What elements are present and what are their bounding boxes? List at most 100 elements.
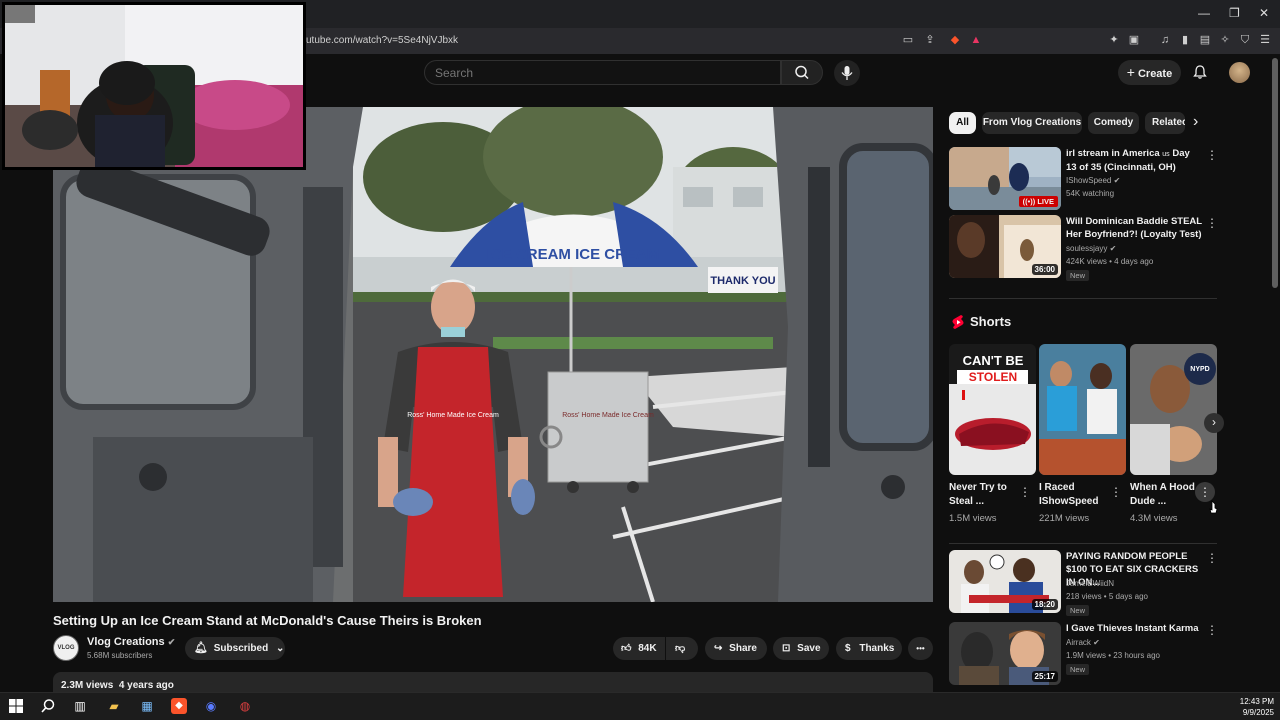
short-title-1[interactable]: Never Try to Steal ... xyxy=(949,481,1021,509)
short-views-1: 1.5M views xyxy=(949,513,997,524)
short-thumbnail-3[interactable]: NYPD xyxy=(1130,344,1217,475)
rec-thumbnail-3[interactable]: 18:20 xyxy=(949,550,1061,613)
rec-meta-3: 218 views • 5 days ago xyxy=(1066,592,1148,601)
cast-icon[interactable]: ▭ xyxy=(901,33,915,47)
thank-you-banner: THANK YOU xyxy=(710,275,775,287)
subscribed-button[interactable]: 🔔︎ Subscribed ⌄ xyxy=(185,637,285,660)
voice-search-button[interactable] xyxy=(834,60,860,86)
thanks-icon: $ xyxy=(845,643,851,654)
rec-title-2[interactable]: Will Dominican Baddie STEAL Her Boyfrien… xyxy=(1066,215,1202,241)
brave-rewards-icon[interactable]: ▲ xyxy=(969,33,983,47)
extensions-icon[interactable]: ✦ xyxy=(1107,33,1121,47)
chip-all[interactable]: All xyxy=(949,112,976,134)
microphone-icon xyxy=(841,66,853,80)
save-button[interactable]: ⊡ Save xyxy=(773,637,829,660)
rec-title-1-main: irl stream in America xyxy=(1066,148,1160,159)
clock-time: 12:43 PM xyxy=(1239,697,1274,706)
rec-menu-1-icon[interactable]: ⋮ xyxy=(1206,148,1218,162)
view-count: 2.3M views xyxy=(61,680,114,691)
chips-next-icon[interactable]: › xyxy=(1193,113,1198,131)
dislike-button[interactable]: 👎︎ xyxy=(666,637,698,660)
rec-title-4[interactable]: I Gave Thieves Instant Karma xyxy=(1066,622,1202,635)
rec-thumbnail-4[interactable]: 25:17 xyxy=(949,622,1061,685)
url-field[interactable]: utube.com/watch?v=5Se4NjVJbxk xyxy=(306,35,458,46)
short-menu-1-icon[interactable]: ⋮ xyxy=(1019,485,1031,499)
recording-app-icon[interactable]: ◍ xyxy=(237,698,253,714)
short-thumbnail-2[interactable] xyxy=(1039,344,1126,475)
user-avatar[interactable] xyxy=(1229,62,1250,83)
short-views-2: 221M views xyxy=(1039,513,1090,524)
rec-channel-2-name: soulessjayy xyxy=(1066,244,1108,253)
close-window-button[interactable]: ✕ xyxy=(1259,6,1269,20)
chip-comedy[interactable]: Comedy xyxy=(1088,112,1139,134)
kebab-icon: ⋮ xyxy=(1199,485,1211,499)
restore-button[interactable]: ❐ xyxy=(1229,6,1240,20)
rec-thumbnail-1[interactable]: ((•)) LIVE xyxy=(949,147,1061,210)
rec-thumbnail-2[interactable]: 36:00 xyxy=(949,215,1061,278)
short-menu-2-icon[interactable]: ⋮ xyxy=(1110,485,1122,499)
page-scrollbar[interactable] xyxy=(1272,58,1278,288)
rec-menu-3-icon[interactable]: ⋮ xyxy=(1206,551,1218,565)
music-icon[interactable]: ♫ xyxy=(1158,33,1172,47)
video-player[interactable]: THANK YOU ICE CREAM ICE CREAM Ross' Home… xyxy=(53,107,933,602)
wallet-icon[interactable]: ▤ xyxy=(1198,33,1212,47)
system-clock[interactable]: 12:43 PM 9/9/2025 xyxy=(1240,696,1274,718)
messenger-icon[interactable]: ◉ xyxy=(203,698,219,714)
short-menu-3-button[interactable]: ⋮ xyxy=(1195,482,1215,502)
rec-channel-3[interactable]: JamelBWiidN xyxy=(1066,579,1114,588)
menu-icon[interactable]: ☰ xyxy=(1258,33,1272,47)
divider xyxy=(949,298,1217,299)
minimize-button[interactable]: — xyxy=(1198,6,1210,20)
short-1-caption-1: CAN'T BE xyxy=(963,353,1024,368)
chip-related[interactable]: Relatec xyxy=(1145,112,1185,134)
live-label: LIVE xyxy=(1037,197,1054,206)
channel-avatar[interactable]: VLOG xyxy=(53,635,79,661)
rec-menu-2-icon[interactable]: ⋮ xyxy=(1206,216,1218,230)
rec-menu-4-icon[interactable]: ⋮ xyxy=(1206,623,1218,637)
new-badge: New xyxy=(1066,664,1090,675)
search-input[interactable] xyxy=(425,61,780,85)
rec-title-1[interactable]: irl stream in America us Day 13 of 35 (C… xyxy=(1066,147,1202,174)
verified-icon: ✔ xyxy=(1109,244,1117,253)
brave-shields-icon[interactable]: ◆ xyxy=(948,33,962,47)
screenshot-icon[interactable]: ▣ xyxy=(1127,33,1141,47)
sidebar-icon[interactable]: ▮ xyxy=(1178,33,1192,47)
search-button[interactable] xyxy=(781,60,823,85)
shorts-heading: Shorts xyxy=(970,314,1012,329)
thanks-label: Thanks xyxy=(859,643,895,654)
rec-channel-1-name: IShowSpeed xyxy=(1066,176,1112,185)
short-thumbnail-1[interactable]: CAN'T BE STOLEN xyxy=(949,344,1036,475)
channel-name[interactable]: Vlog Creations ✔ xyxy=(87,636,175,648)
share-button[interactable]: ↪ Share xyxy=(705,637,767,660)
brave-browser-icon[interactable]: ◆ xyxy=(171,698,187,714)
thumbnail-image: NYPD xyxy=(1130,344,1217,475)
short-title-2[interactable]: I Raced IShowSpeed xyxy=(1039,481,1111,509)
leo-ai-icon[interactable]: ✧ xyxy=(1218,33,1232,47)
create-button[interactable]: + Create xyxy=(1118,60,1181,85)
store-icon[interactable]: ▦ xyxy=(139,698,155,714)
thanks-button[interactable]: $ Thanks xyxy=(836,637,902,660)
share-icon: ↪ xyxy=(714,643,723,654)
vpn-icon[interactable]: ⛉ xyxy=(1238,33,1252,47)
thumbs-down-icon: 👎︎ xyxy=(675,643,686,654)
file-explorer-icon[interactable]: ▰ xyxy=(106,698,122,714)
rec-meta-1: 54K watching xyxy=(1066,189,1115,198)
task-view-icon[interactable]: ▥ xyxy=(72,698,88,714)
share-page-icon[interactable]: ⇪ xyxy=(923,33,937,47)
cart-label: Ross' Home Made Ice Cream xyxy=(562,412,654,419)
upload-age: 4 years ago xyxy=(118,680,174,691)
rec-channel-1[interactable]: IShowSpeed ✔ xyxy=(1066,176,1120,185)
rec-channel-4[interactable]: Airrack ✔ xyxy=(1066,638,1100,647)
more-actions-button[interactable]: ••• xyxy=(908,637,933,660)
notifications-bell-icon[interactable] xyxy=(1192,64,1208,80)
taskbar-search-icon[interactable] xyxy=(40,698,56,714)
rec-meta-2: 424K views • 4 days ago xyxy=(1066,257,1154,266)
chip-from-channel[interactable]: From Vlog Creations xyxy=(982,112,1082,134)
share-label: Share xyxy=(729,643,757,654)
windows-start-icon[interactable] xyxy=(9,699,23,713)
shorts-next-button[interactable]: › xyxy=(1204,413,1224,433)
like-button[interactable]: 👍︎ 84K xyxy=(613,637,665,660)
rec-channel-2[interactable]: soulessjayy ✔ xyxy=(1066,244,1116,253)
short-title-3[interactable]: When A Hood Dude ... xyxy=(1130,481,1202,509)
bookmark-icon: ⊡ xyxy=(782,643,791,654)
